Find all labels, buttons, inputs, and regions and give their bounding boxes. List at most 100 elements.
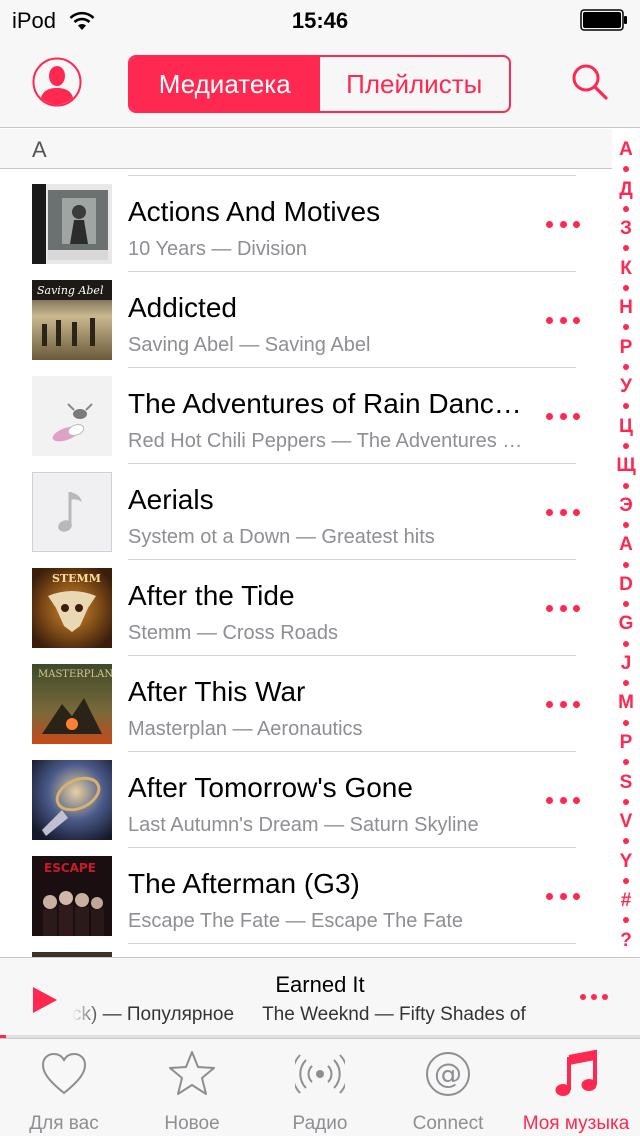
song-row[interactable]: After Tomorrow's Gone Last Autumn's Drea… <box>0 752 612 848</box>
status-time: 15:46 <box>291 8 349 33</box>
album-artwork <box>32 184 112 264</box>
album-artwork: STEMM <box>32 568 112 648</box>
song-row[interactable]: Actions And Motives 10 Years — Division <box>0 176 612 272</box>
song-row[interactable]: Saving Abel Addicted Saving Abel — Savin… <box>0 272 612 368</box>
mini-player[interactable]: Earned It ck) — Популярное The Weeknd — … <box>0 957 640 1038</box>
heart-icon <box>41 1052 87 1095</box>
svg-text:STEMM: STEMM <box>52 572 101 585</box>
index-separator-dot <box>623 442 629 449</box>
song-title: Actions And Motives <box>128 196 381 227</box>
tab-radio[interactable]: Радио <box>256 1039 384 1136</box>
more-options-icon[interactable] <box>546 598 580 618</box>
segment-library[interactable]: Медиатека <box>130 57 320 111</box>
section-header: А <box>0 129 612 169</box>
index-letter[interactable]: З <box>620 219 632 238</box>
index-letter[interactable]: Р <box>620 338 633 357</box>
index-separator-dot <box>623 403 629 410</box>
song-subtitle: Stemm — Cross Roads <box>128 622 339 644</box>
tab-label: Радио <box>292 1113 348 1134</box>
index-letter[interactable]: # <box>621 891 632 910</box>
tab-label: Моя музыка <box>522 1113 630 1134</box>
index-letter[interactable]: S <box>620 773 633 792</box>
index-letter[interactable]: P <box>620 733 633 752</box>
index-separator-dot <box>623 284 629 291</box>
index-letter[interactable]: ? <box>620 931 632 950</box>
svg-text:ESCAPE: ESCAPE <box>44 861 96 875</box>
song-row[interactable]: ESCAPE The Afterman (G3) Escape The Fate… <box>0 848 612 944</box>
tab-my-music[interactable]: Моя музыка <box>512 1039 640 1136</box>
svg-text:MASTERPLAN: MASTERPLAN <box>38 669 112 680</box>
song-subtitle: Escape The Fate — Escape The Fate <box>128 910 463 932</box>
album-artwork: Saving Abel <box>32 280 112 360</box>
index-separator-dot <box>623 166 629 173</box>
index-separator-dot <box>623 245 629 252</box>
more-options-icon[interactable] <box>546 406 580 426</box>
song-subtitle: Saving Abel — Saving Abel <box>128 334 371 356</box>
tab-for-you[interactable]: Для вас <box>0 1039 128 1136</box>
more-options-icon[interactable] <box>546 694 580 714</box>
index-letter[interactable]: D <box>619 575 633 594</box>
index-letter[interactable]: M <box>618 693 634 712</box>
tab-new[interactable]: Новое <box>128 1039 256 1136</box>
index-letter[interactable]: К <box>620 259 632 278</box>
index-letter[interactable]: Ц <box>619 417 633 436</box>
song-title: Addicted <box>128 292 237 323</box>
song-row-partial[interactable] <box>0 944 612 957</box>
song-subtitle: 10 Years — Division <box>128 238 307 260</box>
index-separator-dot <box>623 363 629 370</box>
now-playing-title: Earned It <box>275 972 365 997</box>
index-separator-dot <box>623 522 629 529</box>
index-letter[interactable]: Н <box>619 298 633 317</box>
index-letter[interactable]: G <box>619 614 634 633</box>
song-title: The Afterman (G3) <box>128 868 360 899</box>
song-row[interactable]: MASTERPLAN After This War Masterplan — A… <box>0 656 612 752</box>
album-artwork <box>32 760 112 840</box>
index-letter[interactable]: У <box>620 377 632 396</box>
index-letter[interactable]: Y <box>620 852 633 871</box>
segment-playlists[interactable]: Плейлисты <box>320 57 510 111</box>
section-letter: А <box>32 137 47 162</box>
index-letter[interactable]: A <box>619 535 633 554</box>
search-icon[interactable] <box>570 62 610 102</box>
more-options-icon[interactable] <box>546 886 580 906</box>
more-options-icon[interactable] <box>546 790 580 810</box>
alphabet-index[interactable]: А Д З К Н Р У Ц Щ Э A D G J M P S V Y #? <box>612 140 640 950</box>
tab-bar: Для вас Новое Радио @ Connect Моя музыка <box>0 1038 640 1136</box>
now-playing-more-icon[interactable] <box>580 994 608 1006</box>
index-letter[interactable]: J <box>621 654 632 673</box>
radio-icon <box>295 1054 345 1094</box>
index-separator-dot <box>623 680 629 687</box>
battery-icon <box>580 9 627 31</box>
index-letter[interactable]: V <box>620 812 633 831</box>
song-list[interactable]: Actions And Motives 10 Years — Division … <box>0 170 612 957</box>
song-subtitle: Last Autumn's Dream — Saturn Skyline <box>128 814 479 836</box>
song-row[interactable]: The Adventures of Rain Dance Maggie Red … <box>0 368 612 464</box>
album-artwork <box>32 376 112 456</box>
song-title: After This War <box>128 676 306 707</box>
index-separator-dot <box>623 759 629 766</box>
library-segmented-control: Медиатека Плейлисты <box>128 55 511 113</box>
album-artwork: ESCAPE <box>32 856 112 936</box>
status-bar: iPod 15:46 <box>0 0 640 40</box>
more-options-icon[interactable] <box>546 502 580 522</box>
song-row[interactable]: STEMM After the Tide Stemm — Cross Roads <box>0 560 612 656</box>
now-playing-subtitle-right: The Weeknd — Fifty Shades of <box>262 1004 526 1025</box>
index-letter[interactable]: Щ <box>616 456 635 475</box>
song-title: Aerials <box>128 484 214 515</box>
song-subtitle: Red Hot Chili Peppers — The Adventures o… <box>128 430 528 452</box>
index-letter[interactable]: Э <box>619 496 633 515</box>
star-icon <box>169 1051 215 1095</box>
index-letter[interactable]: Д <box>619 180 633 199</box>
svg-text:Saving Abel: Saving Abel <box>37 284 104 297</box>
now-playing-subtitle: ck) — Популярное The Weeknd — Fifty Shad… <box>72 1004 568 1026</box>
index-separator-dot <box>623 640 629 647</box>
more-options-icon[interactable] <box>546 310 580 330</box>
index-letter[interactable]: А <box>619 140 633 159</box>
nav-bar: Медиатека Плейлисты <box>0 40 640 128</box>
music-note-icon <box>555 1049 597 1096</box>
more-options-icon[interactable] <box>546 214 580 234</box>
tab-connect[interactable]: @ Connect <box>384 1039 512 1136</box>
index-separator-dot <box>623 838 629 845</box>
song-row[interactable]: Aerials System ot a Down — Greatest hits <box>0 464 612 560</box>
profile-icon[interactable] <box>32 57 82 107</box>
